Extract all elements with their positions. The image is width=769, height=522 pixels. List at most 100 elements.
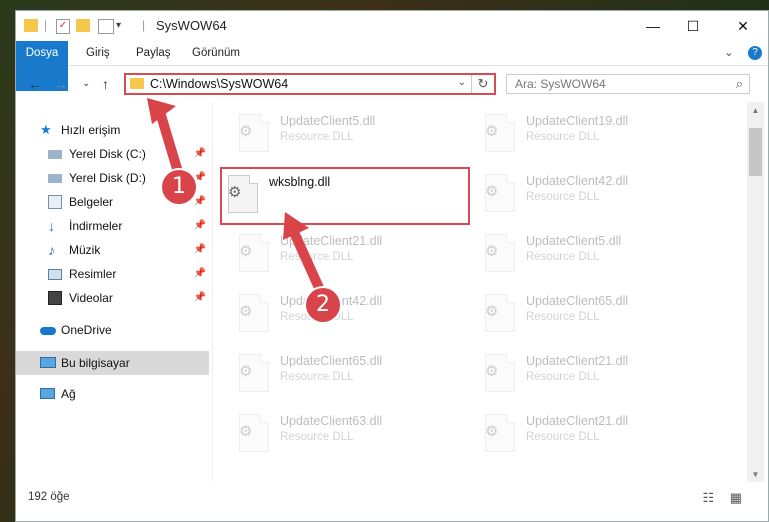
window-title: SysWOW64 — [156, 18, 227, 33]
navigation-pane: ★ Hızlı erişim Yerel Disk (C:) 📌 Yerel D… — [16, 102, 211, 482]
gear-icon: ⚙ — [228, 184, 242, 201]
file-type: Resource DLL — [280, 371, 354, 383]
scroll-thumb[interactable] — [749, 128, 762, 176]
refresh-button[interactable]: ↻ — [471, 75, 494, 93]
file-item[interactable]: ⚙ UpdateClient21.dll Resource DLL — [233, 230, 463, 280]
pin-icon: 📌 — [193, 244, 206, 255]
file-name: UpdateClient21.dll — [526, 354, 629, 368]
help-icon[interactable]: ? — [748, 46, 762, 60]
expand-ribbon-icon[interactable]: ⌄ — [724, 41, 734, 65]
file-item[interactable]: ⚙ UpdateClient65.dll Resource DLL — [233, 350, 463, 400]
gear-icon: ⚙ — [239, 363, 253, 380]
star-icon: ★ — [40, 122, 52, 137]
customize-quick-access-icon[interactable]: ▾ — [116, 20, 121, 36]
file-name: UpdateClient21.dll — [280, 234, 383, 248]
file-name: UpdateClient63.dll — [280, 414, 383, 428]
address-bar[interactable]: C:\Windows\SysWOW64 ⌄ ↻ — [124, 73, 496, 95]
videos-icon — [48, 291, 62, 305]
gear-icon: ⚙ — [239, 303, 253, 320]
nav-item-local-disk-c[interactable]: Yerel Disk (C:) 📌 — [48, 143, 210, 165]
ribbon: Dosya Giriş Paylaş Görünüm ⌄ ? — [16, 41, 768, 91]
nav-label: Belgeler — [69, 195, 114, 209]
nav-label: Yerel Disk (D:) — [69, 171, 146, 185]
status-bar: 192 öğe ☷ ▦ — [16, 484, 768, 512]
separator: | — [142, 18, 146, 32]
file-list: ⚙ UpdateClient5.dll Resource DLL ⚙ Updat… — [212, 102, 747, 482]
step-1-badge: 1 — [162, 170, 196, 204]
file-item[interactable]: ⚙ UpdateClient5.dll Resource DLL — [479, 230, 709, 280]
recent-locations-button[interactable]: ⌄ — [82, 78, 90, 89]
nav-item-videos[interactable]: Videolar 📌 — [48, 287, 210, 309]
file-type: Resource DLL — [280, 131, 354, 143]
drive-icon — [48, 174, 62, 183]
nav-label: Videolar — [69, 291, 113, 305]
file-item[interactable]: ⚙ UpdateClient5.dll Resource DLL — [233, 110, 463, 160]
close-button[interactable]: ✕ — [720, 11, 766, 41]
view-icon[interactable] — [98, 19, 114, 34]
folder-icon — [24, 19, 38, 32]
maximize-button[interactable]: ☐ — [670, 11, 716, 41]
scroll-up-icon[interactable]: ▲ — [747, 106, 764, 115]
file-item[interactable]: ⚙ UpdateClient63.dll Resource DLL — [233, 410, 463, 460]
up-button[interactable]: ↑ — [102, 76, 109, 92]
gear-icon: ⚙ — [485, 123, 499, 140]
address-dropdown-icon[interactable]: ⌄ — [458, 77, 466, 88]
folder-icon — [130, 78, 144, 89]
nav-label: Bu bilgisayar — [61, 356, 130, 370]
address-path: C:\Windows\SysWOW64 — [150, 77, 289, 91]
file-item[interactable]: ⚙ UpdateClient65.dll Resource DLL — [479, 290, 709, 340]
back-button[interactable]: ← — [28, 76, 42, 92]
file-item-wksblng[interactable]: ⚙ wksblng.dll — [222, 171, 452, 221]
nav-item-downloads[interactable]: ↓ İndirmeler 📌 — [48, 215, 210, 237]
file-item[interactable]: ⚙ UpdateClient19.dll Resource DLL — [479, 110, 709, 160]
file-name: UpdateClient5.dll — [280, 114, 376, 128]
computer-icon — [40, 357, 56, 368]
file-item[interactable]: ⚙ UpdateClient21.dll Resource DLL — [479, 410, 709, 460]
scroll-down-icon[interactable]: ▼ — [747, 470, 764, 479]
file-name: UpdateClient65.dll — [526, 294, 629, 308]
nav-item-pictures[interactable]: Resimler 📌 — [48, 263, 210, 285]
nav-label: Hızlı erişim — [61, 123, 121, 137]
new-folder-icon[interactable] — [76, 19, 90, 32]
highlighted-file-box: ⚙ wksblng.dll — [220, 167, 470, 225]
pin-icon: 📌 — [193, 220, 206, 231]
pin-icon: 📌 — [193, 148, 206, 159]
vertical-scrollbar[interactable]: ▲ ▼ — [747, 102, 764, 482]
tab-view[interactable]: Görünüm — [192, 41, 240, 65]
nav-item-this-pc[interactable]: Bu bilgisayar — [40, 352, 210, 374]
network-icon — [40, 388, 55, 399]
explorer-window: | ✓ ▾ | SysWOW64 — ☐ ✕ Dosya Giriş Payla… — [15, 10, 769, 522]
gear-icon: ⚙ — [239, 243, 253, 260]
search-input[interactable]: Ara: SysWOW64 ⌕ — [506, 74, 750, 94]
nav-label: Yerel Disk (C:) — [69, 147, 146, 161]
gear-icon: ⚙ — [239, 423, 253, 440]
pictures-icon — [48, 269, 62, 280]
file-name: UpdateClient19.dll — [526, 114, 629, 128]
nav-label: OneDrive — [61, 323, 112, 337]
properties-icon[interactable]: ✓ — [56, 19, 70, 34]
search-placeholder: Ara: SysWOW64 — [515, 77, 606, 91]
nav-item-quick-access[interactable]: ★ Hızlı erişim — [40, 119, 210, 141]
nav-item-music[interactable]: ♪ Müzik 📌 — [48, 239, 210, 261]
cloud-icon — [40, 327, 56, 335]
nav-label: Resimler — [69, 267, 117, 281]
file-item[interactable]: ⚙ UpdateClient42.dll Resource DLL — [233, 290, 463, 340]
file-item[interactable]: ⚙ UpdateClient21.dll Resource DLL — [479, 350, 709, 400]
pin-icon: 📌 — [193, 268, 206, 279]
gear-icon: ⚙ — [239, 123, 253, 140]
gear-icon: ⚙ — [485, 423, 499, 440]
file-type: Resource DLL — [526, 251, 600, 263]
tab-share[interactable]: Paylaş — [136, 41, 171, 65]
nav-item-onedrive[interactable]: OneDrive — [40, 319, 210, 341]
file-item[interactable]: ⚙ UpdateClient42.dll Resource DLL — [479, 170, 709, 220]
forward-button[interactable]: → — [54, 76, 68, 92]
file-type: Resource DLL — [280, 251, 354, 263]
address-row: ← → ⌄ ↑ C:\Windows\SysWOW64 ⌄ ↻ Ara: Sys… — [16, 66, 768, 102]
view-mode-buttons[interactable]: ☷ ▦ — [702, 490, 748, 506]
nav-item-network[interactable]: Ağ — [40, 383, 210, 405]
file-type: Resource DLL — [526, 131, 600, 143]
pin-icon: 📌 — [193, 292, 206, 303]
nav-label: Müzik — [69, 243, 101, 257]
gear-icon: ⚙ — [485, 363, 499, 380]
tab-home[interactable]: Giriş — [86, 41, 110, 65]
